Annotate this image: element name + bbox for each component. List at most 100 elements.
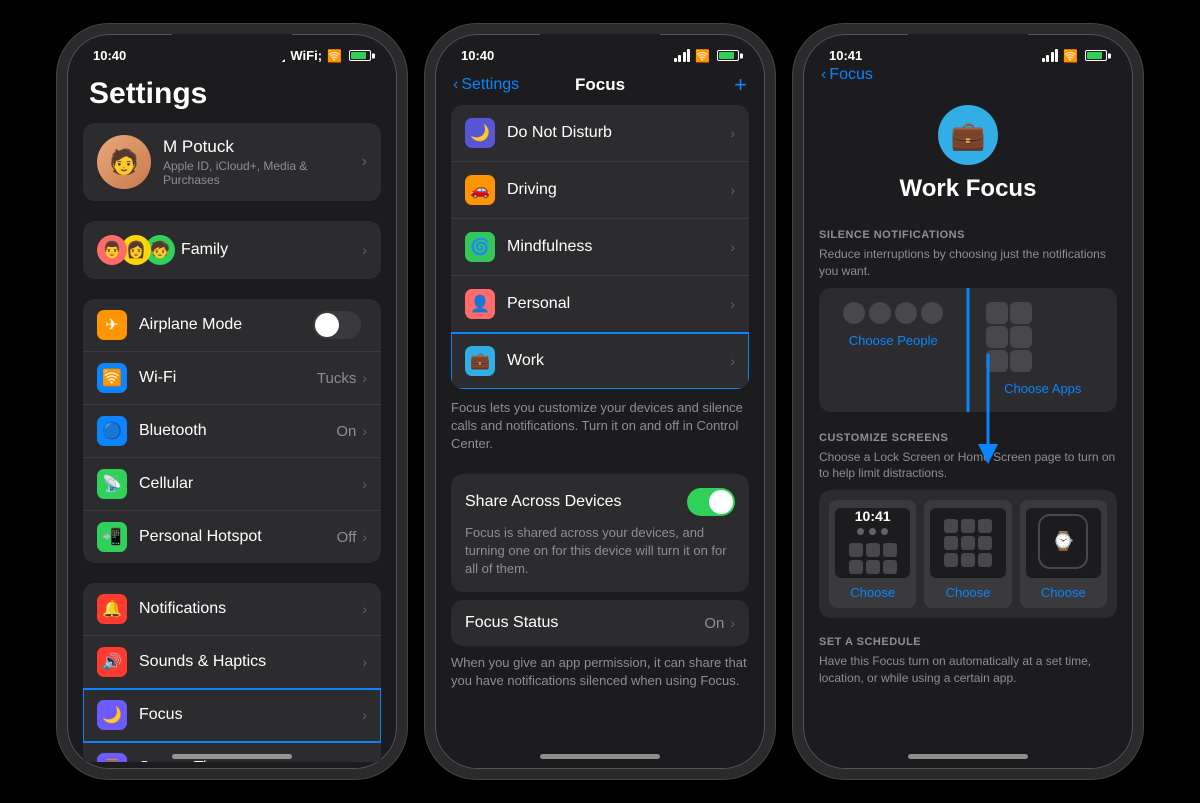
lock-screen-option[interactable]: 10:41 (829, 500, 916, 608)
time-3: 10:41 (829, 48, 862, 63)
bluetooth-label: Bluetooth (139, 422, 336, 440)
signal-icon-2 (674, 49, 691, 62)
wifi-symbol: 🛜 (327, 49, 342, 63)
family-avatar-1: 👨 (97, 235, 127, 265)
notifications-row[interactable]: 🔔 Notifications › (83, 583, 381, 636)
lock-dots (857, 528, 888, 535)
battery-icon (349, 50, 371, 61)
family-row[interactable]: 👨 👩 🧒 Family › (83, 221, 381, 279)
focus-label: Focus (139, 706, 362, 724)
nav-bar-2: ‹ Settings Focus + (435, 67, 765, 105)
choose-apps-option[interactable]: Choose Apps (969, 288, 1118, 412)
watch-preview: ⌚ (1026, 508, 1101, 578)
focus-item-work[interactable]: 💼 Work › (451, 333, 749, 389)
focus-item-driving[interactable]: 🚗 Driving › (451, 162, 749, 219)
focus-item-personal[interactable]: 👤 Personal › (451, 276, 749, 333)
share-label: Share Across Devices (465, 493, 622, 511)
schedule-desc: Have this Focus turn on automatically at… (803, 653, 1133, 695)
apps-grid (979, 302, 1039, 372)
personal-chevron: › (730, 296, 735, 312)
cellular-chevron: › (362, 476, 367, 492)
profile-row[interactable]: 🧑 M Potuck Apple ID, iCloud+, Media & Pu… (83, 123, 381, 201)
focus-status-value: On (704, 615, 724, 632)
sounds-icon: 🔊 (97, 647, 127, 677)
cellular-icon: 📡 (97, 469, 127, 499)
status-bar-1: 10:40 WiFi;⊃ 🛜 (67, 34, 397, 67)
home-bar-2 (540, 754, 660, 759)
profile-chevron: › (362, 153, 367, 171)
cellular-row[interactable]: 📡 Cellular › (83, 458, 381, 511)
wifi-row[interactable]: 🛜 Wi-Fi Tucks › (83, 352, 381, 405)
focus-item-dnd[interactable]: 🌙 Do Not Disturb › (451, 105, 749, 162)
airplane-icon: ✈ (97, 310, 127, 340)
profile-subtitle: Apple ID, iCloud+, Media & Purchases (163, 159, 362, 187)
nav-bar-3: ‹ Focus (803, 67, 1133, 85)
choose-people-option[interactable]: Choose People (819, 288, 969, 412)
screentime-row[interactable]: ⏳ Screen Time › (83, 742, 381, 762)
personal-icon: 👤 (465, 289, 495, 319)
driving-icon: 🚗 (465, 175, 495, 205)
focus-chevron: › (362, 707, 367, 723)
screentime-label: Screen Time (139, 759, 362, 762)
focus-icon: 🌙 (97, 700, 127, 730)
back-button-3[interactable]: ‹ Focus (821, 67, 873, 84)
wifi-symbol-2: 🛜 (695, 49, 710, 63)
add-button-2[interactable]: + (734, 72, 747, 98)
back-button-2[interactable]: ‹ Settings (453, 76, 519, 94)
status-icons-2: 🛜 (674, 49, 739, 63)
home-screen-option[interactable]: Choose (924, 500, 1011, 608)
notifications-icon: 🔔 (97, 594, 127, 624)
dnd-chevron: › (730, 125, 735, 141)
airplane-toggle[interactable] (313, 311, 361, 339)
schedule-header: SET A SCHEDULE (803, 626, 1133, 653)
back-label-3: Focus (829, 67, 873, 84)
bluetooth-chevron: › (362, 423, 367, 439)
focus-row[interactable]: 🌙 Focus › (83, 689, 381, 742)
time-2: 10:40 (461, 48, 494, 63)
customize-header: CUSTOMIZE SCREENS (803, 422, 1133, 449)
home-bar-3 (908, 754, 1028, 759)
focus-item-mindfulness[interactable]: 🌀 Mindfulness › (451, 219, 749, 276)
wifi-label: Wi-Fi (139, 369, 317, 387)
notifications-label: Notifications (139, 600, 362, 618)
home-app-grid (940, 515, 996, 571)
hotspot-row[interactable]: 📲 Personal Hotspot Off › (83, 511, 381, 563)
screentime-icon: ⏳ (97, 753, 127, 762)
status-bar-3: 10:41 🛜 (803, 34, 1133, 67)
watch-option[interactable]: ⌚ Choose (1020, 500, 1107, 608)
status-icons-3: 🛜 (1042, 49, 1107, 63)
wifi-chevron: › (362, 370, 367, 386)
watch-face-icon: ⌚ (1052, 531, 1074, 552)
screentime-chevron: › (362, 760, 367, 762)
time-1: 10:40 (93, 48, 126, 63)
silence-card: Choose People Choose Apps (819, 288, 1117, 412)
share-toggle[interactable] (687, 488, 735, 516)
work-header: 💼 Work Focus (803, 85, 1133, 219)
sounds-row[interactable]: 🔊 Sounds & Haptics › (83, 636, 381, 689)
connectivity-group: ✈ Airplane Mode 🛜 Wi-Fi Tucks › 🔵 Blueto… (83, 299, 381, 563)
airplane-row[interactable]: ✈ Airplane Mode (83, 299, 381, 352)
dnd-label: Do Not Disturb (507, 124, 730, 142)
nav-title-2: Focus (575, 75, 625, 95)
bluetooth-row[interactable]: 🔵 Bluetooth On › (83, 405, 381, 458)
notifications-chevron: › (362, 601, 367, 617)
avatar: 🧑 (97, 135, 151, 189)
mindfulness-icon: 🌀 (465, 232, 495, 262)
screens-card: 10:41 (819, 490, 1117, 618)
work-title: Work Focus (900, 175, 1037, 203)
battery-icon-3 (1085, 50, 1107, 61)
status-bar-2: 10:40 🛜 (435, 34, 765, 67)
profile-info: M Potuck Apple ID, iCloud+, Media & Purc… (163, 137, 362, 187)
driving-chevron: › (730, 182, 735, 198)
choose-apps-label: Choose Apps (1004, 381, 1081, 396)
hotspot-label: Personal Hotspot (139, 528, 337, 546)
focus-description: Focus lets you customize your devices an… (435, 389, 765, 474)
lock-screen-preview: 10:41 (835, 508, 910, 578)
cellular-label: Cellular (139, 475, 362, 493)
personal-label: Personal (507, 295, 730, 313)
choose-people-label: Choose People (849, 333, 938, 348)
focus-status-chevron: › (730, 615, 735, 631)
battery-icon-2 (717, 50, 739, 61)
hotspot-chevron: › (362, 529, 367, 545)
family-avatars: 👨 👩 🧒 (97, 235, 169, 265)
